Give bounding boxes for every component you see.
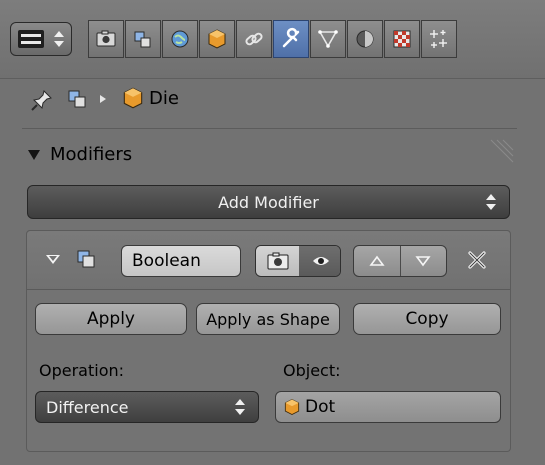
object-cube-icon [284,399,300,415]
pin-icon [31,90,52,111]
render-camera-icon [96,30,116,47]
divider [22,128,517,129]
constraints-link-icon [245,32,263,46]
material-sphere-icon [356,30,374,48]
breadcrumb-separator [98,93,108,105]
close-icon [468,251,486,269]
object-data-mesh-icon [318,30,338,48]
tab-render[interactable] [88,20,124,58]
tab-world[interactable] [162,20,198,58]
tab-material[interactable] [347,20,383,58]
up-down-arrows-icon [485,192,497,212]
apply-label: Apply [87,309,135,329]
pin-button[interactable] [30,88,54,112]
modifiers-panel-header[interactable]: Modifiers [28,144,132,165]
render-layers-icon [134,31,151,48]
apply-button[interactable]: Apply [35,303,187,335]
visibility-toggles [255,245,341,277]
texture-checker-icon [393,30,411,48]
operation-select[interactable]: Difference [35,391,259,423]
move-up-button[interactable] [354,246,401,276]
tab-object[interactable] [199,20,235,58]
particles-icon [430,30,447,48]
object-cube-icon [123,87,143,109]
object-cube-icon [208,29,226,49]
render-toggle-button[interactable] [256,246,300,276]
properties-editor-icon [18,30,44,48]
eye-icon [312,257,329,265]
up-down-arrows-icon [234,397,246,417]
modifiers-wrench-icon [282,27,300,48]
breadcrumb: Die [0,78,545,120]
breadcrumb-scene[interactable] [65,87,89,111]
operation-label: Operation: [39,361,125,380]
render-layers-icon [68,90,86,108]
object-label: Object: [283,361,341,380]
remove-modifier-button[interactable] [464,247,490,273]
tab-particles[interactable] [421,20,457,58]
tab-object-data[interactable] [310,20,346,58]
copy-label: Copy [405,309,449,329]
move-down-button[interactable] [400,246,446,276]
add-modifier-button[interactable]: Add Modifier [27,185,510,219]
object-value: Dot [305,397,336,417]
collapse-arrow-icon[interactable] [46,255,60,264]
tab-constraints[interactable] [236,20,272,58]
modifier-name-field[interactable]: Boolean [121,245,241,277]
render-camera-icon [267,252,288,270]
drag-grip-icon[interactable] [485,138,515,164]
chevron-right-icon [100,95,106,103]
boolean-icon [77,250,95,268]
editor-type-selector[interactable] [10,22,72,56]
panel-title: Modifiers [50,144,133,165]
apply-as-shape-label: Apply as Shape [206,309,330,329]
up-down-arrows-icon [53,29,65,49]
properties-header [0,0,545,79]
world-icon [171,30,189,48]
tab-render-layers[interactable] [125,20,161,58]
apply-as-shape-button[interactable]: Apply as Shape [196,303,340,335]
triangle-down-icon [415,256,431,267]
breadcrumb-object[interactable]: Die [120,85,179,111]
tab-texture[interactable] [384,20,420,58]
modifier-name: Boolean [132,251,201,271]
operation-value: Difference [46,397,129,417]
viewport-toggle-button[interactable] [299,246,340,276]
copy-button[interactable]: Copy [353,303,501,335]
boolean-modifier-box: Boolean Apply Apply as Shape Copy Operat… [26,230,511,452]
add-modifier-label: Add Modifier [218,192,319,212]
object-field[interactable]: Dot [275,391,501,423]
tab-modifiers[interactable] [273,20,309,58]
object-name: Die [149,87,179,109]
expanded-triangle-icon [28,149,40,160]
reorder-buttons [353,245,447,277]
modifier-header: Boolean [27,231,510,290]
triangle-up-icon [369,255,385,266]
